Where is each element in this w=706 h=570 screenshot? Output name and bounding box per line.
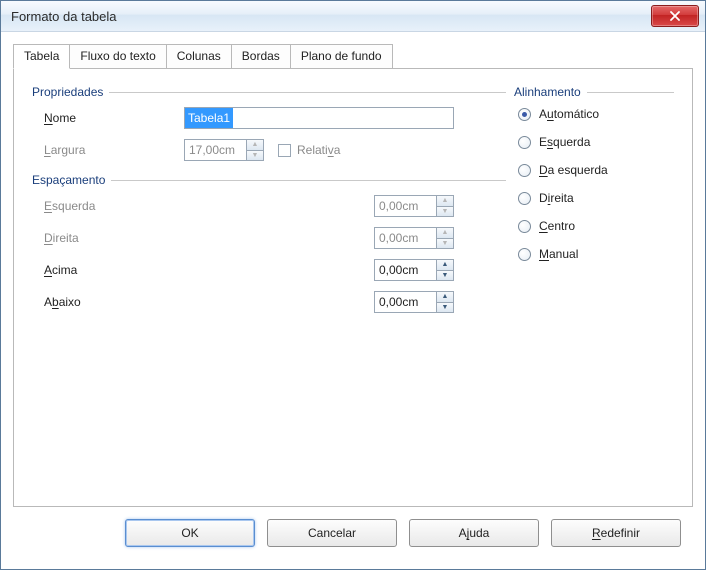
radio-label: Centro	[539, 219, 575, 233]
radio-dot	[518, 248, 531, 261]
group-separator	[111, 180, 506, 181]
radio-label: Da esquerda	[539, 163, 608, 177]
spacing-row: Direita▲▼	[44, 227, 506, 249]
radio-dot	[518, 108, 531, 121]
tab-fluxo-do-texto[interactable]: Fluxo do texto	[69, 44, 166, 69]
radio-label: Esquerda	[539, 135, 590, 149]
group-label: Alinhamento	[514, 85, 581, 99]
group-separator	[587, 92, 674, 93]
alignment-options: Automático Esquerda Da esquerda Direita Cent…	[514, 107, 674, 261]
radio-alignment[interactable]: Manual	[518, 247, 674, 261]
spin-up: ▲	[436, 227, 454, 238]
spin-down[interactable]: ▼	[436, 270, 454, 282]
window-title: Formato da tabela	[11, 9, 651, 24]
tab-plano-de-fundo[interactable]: Plano de fundo	[290, 44, 393, 69]
spacing-input	[374, 195, 436, 217]
radio-alignment[interactable]: Esquerda	[518, 135, 674, 149]
spacing-spinner[interactable]: ▲▼	[374, 259, 454, 281]
group-alinhamento: Alinhamento	[514, 85, 674, 99]
spin-buttons: ▲ ▼	[246, 139, 264, 161]
spin-down[interactable]: ▼	[436, 302, 454, 314]
spacing-spinner: ▲▼	[374, 195, 454, 217]
label-largura: Largura	[44, 143, 184, 157]
spin-down: ▼	[436, 238, 454, 250]
group-propriedades: Propriedades	[32, 85, 506, 99]
spacing-row: Abaixo▲▼	[44, 291, 506, 313]
tab-bordas[interactable]: Bordas	[231, 44, 291, 69]
close-icon	[670, 11, 680, 21]
group-label: Espaçamento	[32, 173, 105, 187]
row-nome: Nome Tabela1	[44, 107, 506, 129]
spin-up: ▲	[246, 139, 264, 150]
spacing-label: Esquerda	[44, 199, 374, 213]
dialog-window: Formato da tabela TabelaFluxo do textoCo…	[0, 0, 706, 570]
radio-label: Manual	[539, 247, 578, 261]
radio-label: Automático	[539, 107, 599, 121]
group-separator	[109, 92, 506, 93]
radio-dot	[518, 192, 531, 205]
spin-up: ▲	[436, 195, 454, 206]
spin-down: ▼	[246, 150, 264, 162]
spacing-label: Acima	[44, 263, 374, 277]
spacing-spinner: ▲▼	[374, 227, 454, 249]
largura-input	[184, 139, 246, 161]
client-area: TabelaFluxo do textoColunasBordasPlano d…	[1, 32, 705, 569]
radio-dot	[518, 136, 531, 149]
relativa-checkbox: Relativa	[278, 143, 340, 157]
ok-button[interactable]: OK	[125, 519, 255, 547]
radio-alignment[interactable]: Automático	[518, 107, 674, 121]
spacing-input[interactable]	[374, 259, 436, 281]
left-column: Propriedades Nome Tabela1 Largura	[32, 85, 506, 496]
close-button[interactable]	[651, 5, 699, 27]
right-column: Alinhamento Automático Esquerda Da esquerd…	[514, 85, 674, 496]
spacing-label: Abaixo	[44, 295, 374, 309]
spin-up[interactable]: ▲	[436, 259, 454, 270]
largura-spinner: ▲ ▼	[184, 139, 264, 161]
reset-button[interactable]: Redefinir	[551, 519, 681, 547]
radio-dot	[518, 220, 531, 233]
cancel-button[interactable]: Cancelar	[267, 519, 397, 547]
spacing-input[interactable]	[374, 291, 436, 313]
spacing-input	[374, 227, 436, 249]
spin-up[interactable]: ▲	[436, 291, 454, 302]
radio-alignment[interactable]: Centro	[518, 219, 674, 233]
label-nome: Nome	[44, 111, 184, 125]
spacing-row: Esquerda▲▼	[44, 195, 506, 217]
spacing-row: Acima▲▼	[44, 259, 506, 281]
spacing-label: Direita	[44, 231, 374, 245]
group-espacamento: Espaçamento	[32, 173, 506, 187]
checkbox-box	[278, 144, 291, 157]
tab-tabela[interactable]: Tabela	[13, 44, 70, 69]
button-row: OK Cancelar Ajuda Redefinir	[13, 507, 693, 559]
spin-down: ▼	[436, 206, 454, 218]
group-label: Propriedades	[32, 85, 103, 99]
radio-label: Direita	[539, 191, 574, 205]
nome-input-wrap: Tabela1	[184, 107, 454, 129]
title-bar: Formato da tabela	[1, 1, 705, 32]
tab-strip: TabelaFluxo do textoColunasBordasPlano d…	[13, 44, 693, 69]
tab-colunas[interactable]: Colunas	[166, 44, 232, 69]
radio-alignment[interactable]: Da esquerda	[518, 163, 674, 177]
tab-page: Propriedades Nome Tabela1 Largura	[13, 68, 693, 507]
nome-input[interactable]	[184, 107, 454, 129]
row-largura: Largura ▲ ▼ Relativa	[44, 139, 506, 161]
spacing-rows: Esquerda▲▼Direita▲▼Acima▲▼Abaixo▲▼	[32, 195, 506, 313]
relativa-label: Relativa	[297, 143, 340, 157]
radio-alignment[interactable]: Direita	[518, 191, 674, 205]
radio-dot	[518, 164, 531, 177]
spacing-spinner[interactable]: ▲▼	[374, 291, 454, 313]
help-button[interactable]: Ajuda	[409, 519, 539, 547]
